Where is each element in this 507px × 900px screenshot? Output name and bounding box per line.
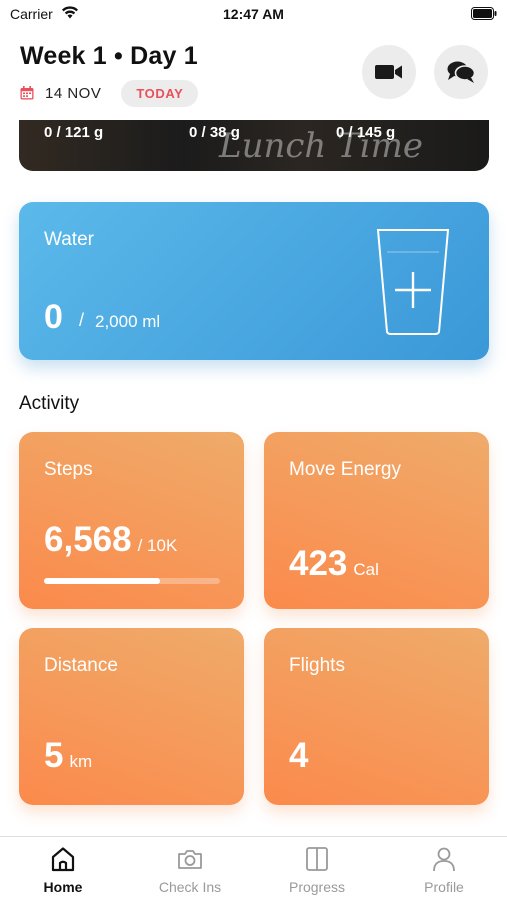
water-label: Water [44, 229, 94, 250]
macro-fat: 0 / 38 g [189, 124, 240, 141]
water-value: 0 [44, 298, 63, 336]
move-energy-tile[interactable]: Move Energy 423 Cal [264, 432, 489, 609]
status-bar: Carrier 12:47 AM [0, 0, 507, 28]
water-goal: 2,000 ml [95, 312, 161, 331]
tab-bar: Home Check Ins Progress Profile [0, 836, 507, 900]
date-row[interactable]: 14 NOV TODAY [20, 79, 199, 107]
date-label: 14 NOV [45, 84, 102, 102]
macro-protein: 0 / 145 g [336, 124, 396, 141]
tab-home-label: Home [43, 879, 83, 895]
macro-carbs: 0 / 121 g [44, 124, 104, 141]
distance-tile[interactable]: Distance 5 km [19, 628, 244, 805]
water-separator: / [79, 310, 85, 330]
distance-value: 5 [44, 736, 64, 775]
calendar-icon [20, 86, 34, 100]
water-card[interactable]: Water 0 / 2,000 ml [19, 202, 489, 360]
tab-profile[interactable]: Profile [381, 837, 507, 900]
tab-check-ins[interactable]: Check Ins [127, 837, 253, 900]
steps-tile[interactable]: Steps 6,568 / 10K [19, 432, 244, 609]
move-energy-label: Move Energy [289, 459, 401, 480]
tab-home[interactable]: Home [0, 837, 126, 900]
steps-value-row: 6,568 / 10K [44, 520, 177, 560]
clock: 12:47 AM [223, 6, 284, 22]
activity-heading: Activity [19, 393, 80, 414]
today-badge[interactable]: TODAY [121, 79, 199, 107]
distance-unit: km [69, 752, 93, 771]
profile-icon [433, 847, 455, 872]
steps-goal: / 10K [137, 536, 178, 555]
progress-icon [306, 847, 328, 871]
distance-value-row: 5 km [44, 736, 92, 776]
tab-progress[interactable]: Progress [254, 837, 380, 900]
steps-value: 6,568 [44, 520, 132, 559]
steps-progress-bar [44, 578, 220, 584]
distance-label: Distance [44, 655, 118, 676]
home-icon [51, 847, 75, 872]
move-energy-value: 423 [289, 544, 348, 583]
page-title: Week 1 • Day 1 [20, 42, 198, 70]
lunch-meal-card[interactable]: Lunch Time 0 / 121 g 0 / 38 g 0 / 145 g [19, 112, 489, 171]
flights-value-row: 4 [289, 736, 308, 776]
tab-profile-label: Profile [424, 879, 464, 895]
flights-label: Flights [289, 655, 345, 676]
move-energy-value-row: 423 Cal [289, 544, 379, 584]
chat-icon [447, 61, 476, 83]
tab-progress-label: Progress [288, 879, 346, 895]
steps-label: Steps [44, 459, 93, 480]
camera-icon [178, 850, 202, 869]
battery-icon [471, 7, 497, 20]
add-water-icon[interactable] [373, 226, 453, 338]
flights-tile[interactable]: Flights 4 [264, 628, 489, 805]
steps-progress-fill [44, 578, 160, 584]
video-camera-icon [375, 65, 402, 79]
move-energy-unit: Cal [353, 560, 379, 579]
video-call-button[interactable] [362, 45, 416, 99]
chat-button[interactable] [434, 45, 488, 99]
tab-check-ins-label: Check Ins [158, 879, 222, 895]
header: Week 1 • Day 1 14 NOV TODAY [0, 28, 507, 120]
flights-value: 4 [289, 736, 309, 775]
